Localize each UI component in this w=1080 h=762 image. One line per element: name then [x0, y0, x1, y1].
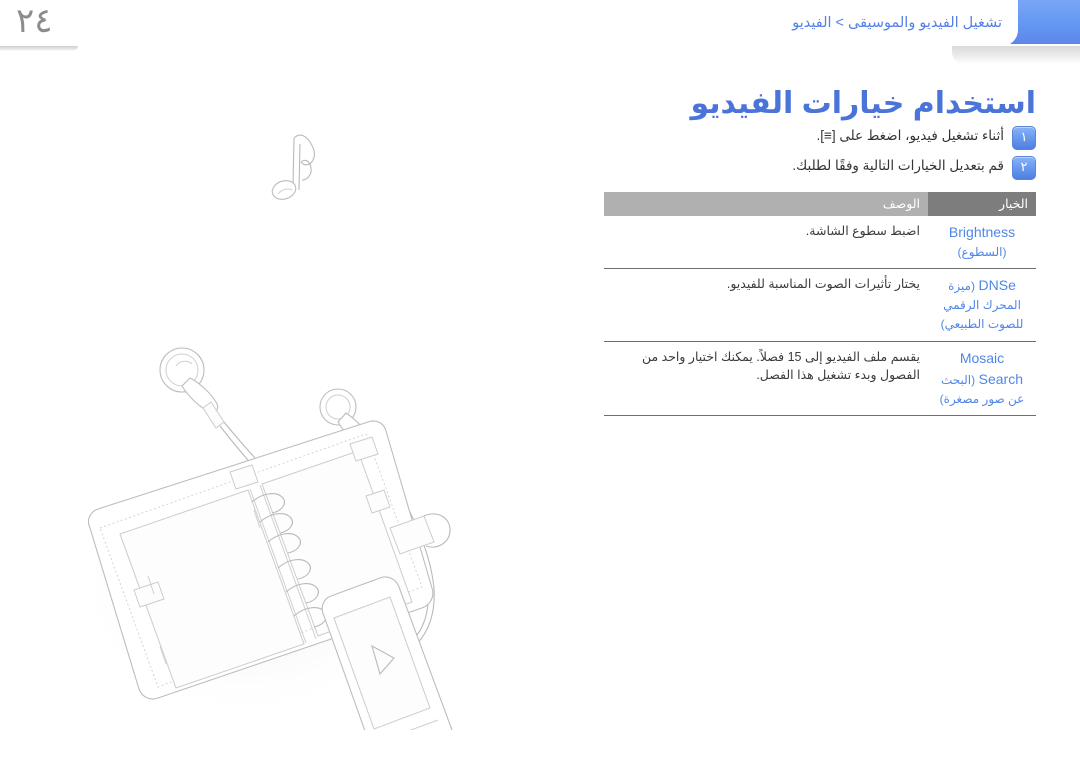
page-number: ٢٤	[16, 1, 53, 41]
option-description: يقسم ملف الفيديو إلى 15 فصلاً. يمكنك اخت…	[604, 341, 928, 417]
step-number-badge: ١	[1012, 126, 1036, 150]
option-description: اضبط سطوع الشاشة.	[604, 216, 928, 269]
table-header-row: الخيار الوصف	[604, 192, 1036, 216]
breadcrumb: تشغيل الفيديو والموسيقى > الفيديو	[792, 15, 1002, 31]
product-illustration	[72, 110, 502, 730]
step-item: ٢ قم بتعديل الخيارات التالية وفقًا لطلبك…	[736, 156, 1036, 180]
steps-list: ١ أثناء تشغيل فيديو، اضغط على [≡]. ٢ قم …	[736, 126, 1036, 186]
step-number-badge: ٢	[1012, 156, 1036, 180]
video-options-table: الخيار الوصف Brightness (السطوع) اضبط سط…	[604, 192, 1036, 417]
page-number-rule	[0, 46, 78, 51]
step-item: ١ أثناء تشغيل فيديو، اضغط على [≡].	[736, 126, 1036, 150]
table-header-description: الوصف	[604, 192, 928, 216]
step-text: قم بتعديل الخيارات التالية وفقًا لطلبك.	[792, 158, 1004, 173]
step-text: أثناء تشغيل فيديو، اضغط على [≡].	[816, 128, 1004, 143]
option-cell: DNSe (ميزة المحرك الرقمي للصوت الطبيعي)	[928, 268, 1036, 342]
table-row: DNSe (ميزة المحرك الرقمي للصوت الطبيعي) …	[604, 268, 1036, 342]
option-cell: Brightness (السطوع)	[928, 216, 1036, 269]
option-cell: Mosaic Search (البحث عن صور مصغرة)	[928, 341, 1036, 417]
table-row: Brightness (السطوع) اضبط سطوع الشاشة.	[604, 216, 1036, 269]
option-name-ar: (السطوع)	[957, 245, 1007, 259]
option-description: يختار تأثيرات الصوت المناسبة للفيديو.	[604, 268, 928, 342]
header-shadow-right	[952, 46, 1080, 64]
music-note-icon	[271, 134, 315, 200]
table-header-option: الخيار	[928, 192, 1036, 216]
option-name-en: DNSe	[978, 277, 1016, 293]
page-title: استخدام خيارات الفيديو	[690, 87, 1036, 121]
table-row: Mosaic Search (البحث عن صور مصغرة) يقسم …	[604, 341, 1036, 417]
option-name-en: Brightness	[948, 224, 1016, 240]
media-player-illustration	[321, 576, 453, 730]
